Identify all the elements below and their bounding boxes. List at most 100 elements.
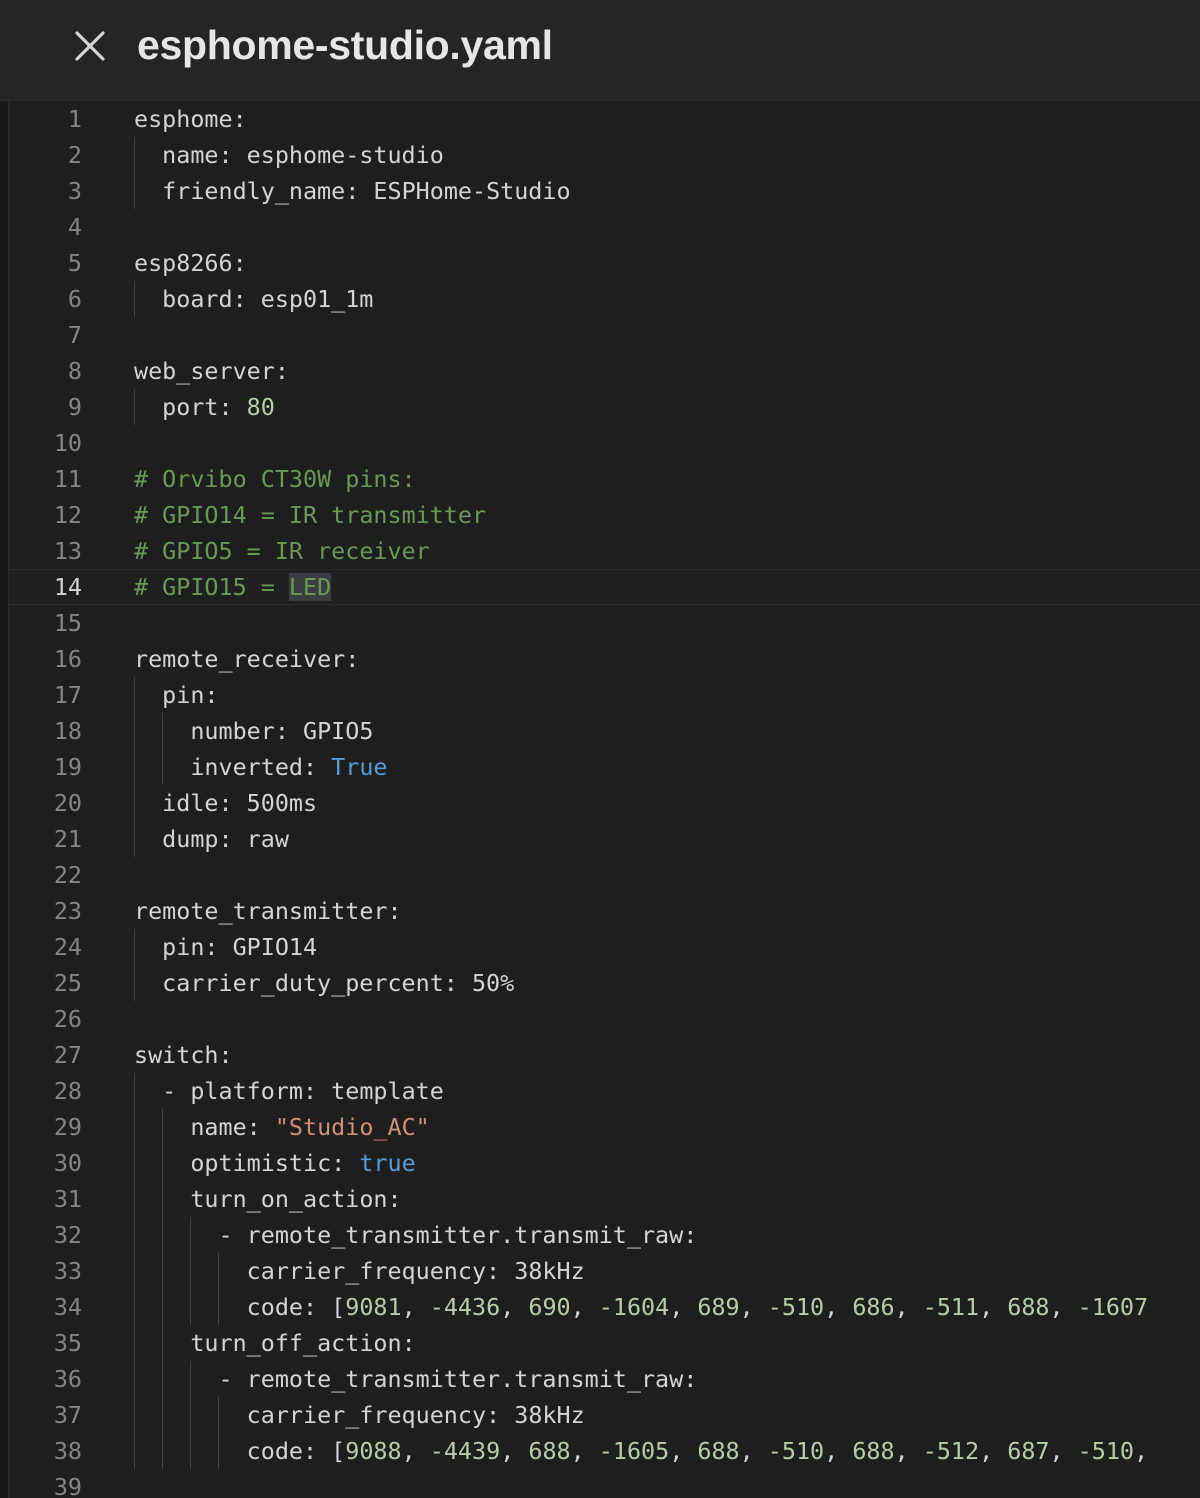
- line-content[interactable]: code: [9081, -4436, 690, -1604, 689, -51…: [247, 1289, 1148, 1325]
- code-line[interactable]: 13 # GPIO5 = IR receiver: [9, 533, 1200, 569]
- code-line[interactable]: 5 esp8266:: [9, 245, 1200, 281]
- close-tab-button[interactable]: [68, 24, 112, 68]
- line-content[interactable]: number: GPIO5: [190, 713, 373, 749]
- code-line[interactable]: 16 remote_receiver:: [9, 641, 1200, 677]
- code-line[interactable]: 22: [9, 857, 1200, 893]
- line-content[interactable]: carrier_frequency: 38kHz: [247, 1253, 585, 1289]
- code-token: -512: [922, 1437, 980, 1465]
- line-content[interactable]: friendly_name: ESPHome-Studio: [162, 173, 570, 209]
- code-line[interactable]: 10: [9, 425, 1200, 461]
- line-content[interactable]: - remote_transmitter.transmit_raw:: [218, 1361, 697, 1397]
- code-line[interactable]: 11 # Orvibo CT30W pins:: [9, 461, 1200, 497]
- code-line[interactable]: 39: [9, 1469, 1200, 1498]
- line-content[interactable]: remote_transmitter:: [134, 893, 402, 929]
- code-token: number:: [190, 717, 303, 745]
- code-line[interactable]: 31 turn_on_action:: [9, 1181, 1200, 1217]
- code-line[interactable]: 27 switch:: [9, 1037, 1200, 1073]
- line-content[interactable]: - platform: template: [162, 1073, 444, 1109]
- line-content[interactable]: code: [9088, -4439, 688, -1605, 688, -51…: [247, 1433, 1148, 1469]
- code-line[interactable]: 36 - remote_transmitter.transmit_raw:: [9, 1361, 1200, 1397]
- line-content[interactable]: idle: 500ms: [162, 785, 317, 821]
- code-line[interactable]: 38 code: [9088, -4439, 688, -1605, 688, -…: [9, 1433, 1200, 1469]
- code-line[interactable]: 33 carrier_frequency: 38kHz: [9, 1253, 1200, 1289]
- indent-guide: [134, 785, 135, 821]
- code-line[interactable]: 19 inverted: True: [9, 749, 1200, 785]
- line-content[interactable]: name: esphome-studio: [162, 137, 444, 173]
- file-title[interactable]: esphome-studio.yaml: [137, 16, 553, 74]
- code-token: -1607: [1077, 1293, 1149, 1321]
- line-content[interactable]: optimistic: true: [190, 1145, 415, 1181]
- line-content[interactable]: name: "Studio_AC": [190, 1109, 429, 1145]
- line-content[interactable]: carrier_frequency: 38kHz: [247, 1397, 585, 1433]
- code-token: ,: [824, 1437, 853, 1465]
- line-content[interactable]: turn_on_action:: [190, 1181, 401, 1217]
- code-line[interactable]: 24 pin: GPIO14: [9, 929, 1200, 965]
- code-line[interactable]: 1 esphome:: [9, 101, 1200, 137]
- line-content[interactable]: esphome:: [134, 101, 247, 137]
- code-token: ,: [894, 1293, 923, 1321]
- code-line[interactable]: 35 turn_off_action:: [9, 1325, 1200, 1361]
- line-content[interactable]: esp8266:: [134, 245, 247, 281]
- code-token: ,: [824, 1293, 853, 1321]
- line-content[interactable]: # GPIO5 = IR receiver: [134, 533, 430, 569]
- line-content[interactable]: pin: GPIO14: [162, 929, 317, 965]
- line-content[interactable]: # GPIO15 = LED: [134, 570, 332, 604]
- code-line[interactable]: 25 carrier_duty_percent: 50%: [9, 965, 1200, 1001]
- code-line[interactable]: 32 - remote_transmitter.transmit_raw:: [9, 1217, 1200, 1253]
- line-content[interactable]: inverted: True: [190, 749, 387, 785]
- code-token: "Studio_AC": [274, 1113, 430, 1141]
- line-content[interactable]: carrier_duty_percent: 50%: [162, 965, 514, 1001]
- code-line[interactable]: 29 name: "Studio_AC": [9, 1109, 1200, 1145]
- code-line[interactable]: 2 name: esphome-studio: [9, 137, 1200, 173]
- code-token: 38kHz: [514, 1257, 585, 1285]
- indent-guide: [134, 1217, 135, 1253]
- code-token: ,: [401, 1293, 430, 1321]
- code-line[interactable]: 18 number: GPIO5: [9, 713, 1200, 749]
- code-line[interactable]: 21 dump: raw: [9, 821, 1200, 857]
- code-line[interactable]: 3 friendly_name: ESPHome-Studio: [9, 173, 1200, 209]
- code-token: ,: [570, 1293, 599, 1321]
- code-token: 50%: [471, 969, 515, 997]
- indent-guide: [134, 713, 135, 749]
- indent-guide: [218, 1433, 220, 1469]
- line-content[interactable]: - remote_transmitter.transmit_raw:: [218, 1217, 697, 1253]
- line-content[interactable]: web_server:: [134, 353, 289, 389]
- code-token: -1605: [598, 1437, 670, 1465]
- code-token: -511: [922, 1293, 980, 1321]
- indent-guide: [134, 1145, 135, 1181]
- code-line[interactable]: 4: [9, 209, 1200, 245]
- code-token: 690: [528, 1293, 571, 1321]
- line-content[interactable]: switch:: [134, 1037, 233, 1073]
- code-line[interactable]: 14 # GPIO15 = LED: [9, 569, 1200, 605]
- line-content[interactable]: dump: raw: [162, 821, 289, 857]
- code-line[interactable]: 26: [9, 1001, 1200, 1037]
- code-line[interactable]: 6 board: esp01_1m: [9, 281, 1200, 317]
- line-number: 25: [53, 969, 82, 997]
- line-content[interactable]: pin:: [162, 677, 218, 713]
- code-line[interactable]: 7: [9, 317, 1200, 353]
- line-number: 1: [67, 105, 82, 133]
- code-token: inverted:: [190, 753, 332, 781]
- code-line[interactable]: 30 optimistic: true: [9, 1145, 1200, 1181]
- line-content[interactable]: remote_receiver:: [134, 641, 359, 677]
- code-line[interactable]: 15: [9, 605, 1200, 641]
- code-line[interactable]: 20 idle: 500ms: [9, 785, 1200, 821]
- code-line[interactable]: 9 port: 80: [9, 389, 1200, 425]
- code-editor[interactable]: 1 esphome: 2 name: esphome-studio 3 friendly_…: [9, 101, 1200, 1498]
- code-line[interactable]: 23 remote_transmitter:: [9, 893, 1200, 929]
- line-content[interactable]: turn_off_action:: [190, 1325, 415, 1361]
- code-line[interactable]: 28 - platform: template: [9, 1073, 1200, 1109]
- code-line[interactable]: 12 # GPIO14 = IR transmitter: [9, 497, 1200, 533]
- line-content[interactable]: board: esp01_1m: [162, 281, 373, 317]
- code-token: # Orvibo CT30W pins:: [134, 465, 416, 493]
- code-line[interactable]: 37 carrier_frequency: 38kHz: [9, 1397, 1200, 1433]
- code-token: # GPIO5 = IR receiver: [134, 537, 430, 565]
- code-line[interactable]: 17 pin:: [9, 677, 1200, 713]
- line-content[interactable]: port: 80: [162, 389, 275, 425]
- code-line[interactable]: 34 code: [9081, -4436, 690, -1604, 689, -…: [9, 1289, 1200, 1325]
- code-line[interactable]: 8 web_server:: [9, 353, 1200, 389]
- code-token: LED: [288, 573, 332, 601]
- line-content[interactable]: # GPIO14 = IR transmitter: [134, 497, 486, 533]
- code-token: platform:: [190, 1077, 332, 1105]
- line-content[interactable]: # Orvibo CT30W pins:: [134, 461, 416, 497]
